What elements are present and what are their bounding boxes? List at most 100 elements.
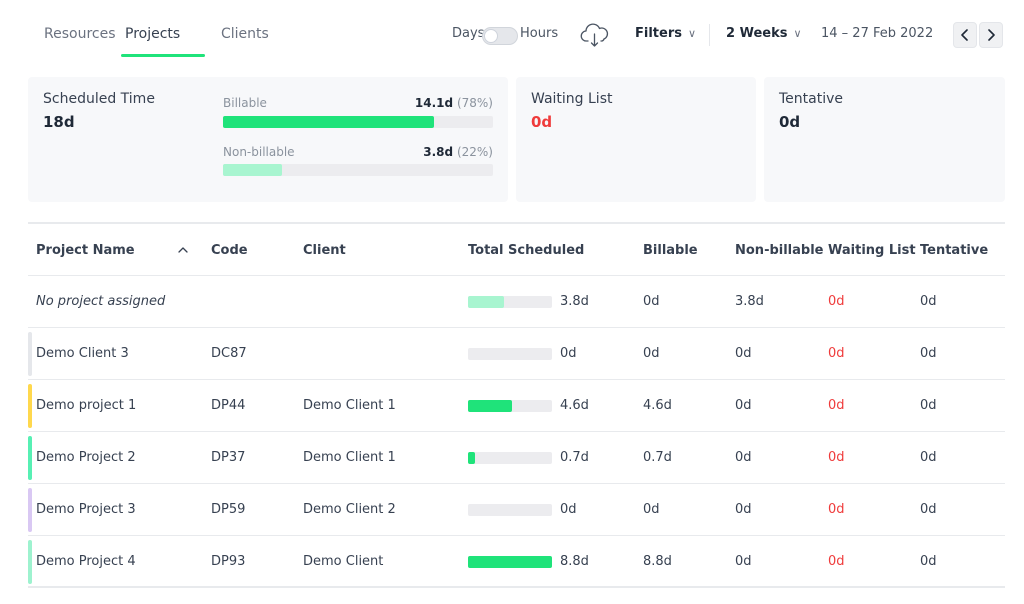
next-period-button[interactable]: [979, 22, 1003, 48]
waiting-list-card: Waiting List 0d: [516, 77, 756, 202]
toolbar-divider: [709, 24, 710, 46]
row-total-bar-fill: [468, 556, 552, 568]
row-client: Demo Client 1: [303, 450, 396, 465]
billable-percent: (78%): [457, 96, 493, 110]
row-project-name: Demo Client 3: [36, 346, 129, 361]
row-total-bar-fill: [468, 400, 512, 412]
row-billable: 0d: [643, 502, 660, 517]
chevron-right-icon: [986, 29, 996, 41]
row-total: 4.6d: [560, 398, 589, 413]
row-non-billable: 0d: [735, 346, 752, 361]
chevron-down-icon: ∨: [793, 27, 801, 40]
row-client: Demo Client: [303, 554, 383, 569]
header-client[interactable]: Client: [303, 243, 346, 258]
row-billable: 0d: [643, 294, 660, 309]
row-project-name: Demo project 1: [36, 398, 136, 413]
waiting-list-value: 0d: [531, 113, 552, 131]
row-tentative: 0d: [920, 554, 937, 569]
row-non-billable: 0d: [735, 502, 752, 517]
row-total: 0d: [560, 346, 577, 361]
period-dropdown[interactable]: 2 Weeks∨: [726, 26, 802, 41]
scheduled-time-card: Scheduled Time 18d Billable 14.1d (78%) …: [28, 77, 508, 202]
row-non-billable: 0d: [735, 398, 752, 413]
row-total-bar: [468, 348, 552, 360]
row-non-billable: 0d: [735, 450, 752, 465]
header-tentative[interactable]: Tentative: [920, 243, 988, 258]
header-project-name[interactable]: Project Name: [36, 243, 135, 258]
row-total-bar-fill: [468, 296, 504, 308]
tab-projects[interactable]: Projects: [125, 26, 180, 42]
row-total-bar: [468, 400, 552, 412]
row-total-bar-fill: [468, 452, 475, 464]
days-label: Days: [452, 26, 484, 41]
nonbillable-bar: [223, 164, 493, 176]
row-total: 3.8d: [560, 294, 589, 309]
row-billable: 8.8d: [643, 554, 672, 569]
row-total: 8.8d: [560, 554, 589, 569]
billable-label: Billable: [223, 96, 267, 110]
row-code: DP93: [211, 554, 245, 569]
table-row[interactable]: Demo Client 3 DC87 0d 0d 0d 0d 0d: [28, 328, 1005, 380]
table-row[interactable]: Demo project 1 DP44 Demo Client 1 4.6d 4…: [28, 380, 1005, 432]
project-color-marker: [28, 332, 32, 376]
table-row[interactable]: Demo Project 2 DP37 Demo Client 1 0.7d 0…: [28, 432, 1005, 484]
chevron-up-icon[interactable]: [177, 244, 189, 256]
table-row[interactable]: Demo Project 4 DP93 Demo Client 8.8d 8.8…: [28, 536, 1005, 588]
row-waiting: 0d: [828, 294, 845, 309]
row-tentative: 0d: [920, 346, 937, 361]
filters-label: Filters: [635, 26, 682, 41]
row-client: Demo Client 2: [303, 502, 396, 517]
nonbillable-label: Non-billable: [223, 145, 295, 159]
nonbillable-value: 3.8d: [423, 145, 453, 159]
top-bar: Resources Projects Clients Days Hours Fi…: [0, 0, 1024, 70]
project-color-marker: [28, 436, 32, 480]
days-hours-toggle[interactable]: [482, 27, 518, 45]
scheduled-time-value: 18d: [43, 113, 75, 131]
billable-bar-fill: [223, 116, 434, 128]
project-color-marker: [28, 540, 32, 584]
header-billable[interactable]: Billable: [643, 243, 698, 258]
billable-value: 14.1d: [415, 96, 453, 110]
row-total-bar: [468, 504, 552, 516]
header-waiting-list[interactable]: Waiting List: [828, 243, 916, 258]
table-row[interactable]: No project assigned 3.8d 0d 3.8d 0d 0d: [28, 276, 1005, 328]
nonbillable-bar-fill: [223, 164, 282, 176]
row-waiting: 0d: [828, 450, 845, 465]
prev-period-button[interactable]: [953, 22, 977, 48]
header-total-scheduled[interactable]: Total Scheduled: [468, 243, 584, 258]
waiting-list-title: Waiting List: [531, 91, 612, 107]
cloud-download-icon[interactable]: [580, 22, 610, 48]
project-color-marker: [28, 488, 32, 532]
row-project-name: Demo Project 4: [36, 554, 136, 569]
row-total: 0d: [560, 502, 577, 517]
row-total-bar: [468, 556, 552, 568]
row-tentative: 0d: [920, 502, 937, 517]
header-non-billable[interactable]: Non-billable: [735, 243, 824, 258]
row-total: 0.7d: [560, 450, 589, 465]
row-tentative: 0d: [920, 398, 937, 413]
row-billable: 0.7d: [643, 450, 672, 465]
row-waiting: 0d: [828, 502, 845, 517]
filters-button[interactable]: Filters ∨: [635, 26, 696, 41]
billable-amount: 14.1d (78%): [415, 96, 493, 110]
table-header: Project Name Code Client Total Scheduled…: [28, 224, 1005, 276]
chevron-down-icon: ∨: [688, 27, 696, 40]
tentative-card: Tentative 0d: [764, 77, 1005, 202]
table-row[interactable]: Demo Project 3 DP59 Demo Client 2 0d 0d …: [28, 484, 1005, 536]
row-tentative: 0d: [920, 450, 937, 465]
row-total-bar: [468, 296, 552, 308]
hours-label: Hours: [520, 26, 558, 41]
row-tentative: 0d: [920, 294, 937, 309]
scheduled-time-title: Scheduled Time: [43, 91, 155, 107]
row-code: DC87: [211, 346, 247, 361]
project-color-marker: [28, 384, 32, 428]
row-non-billable: 0d: [735, 554, 752, 569]
row-code: DP44: [211, 398, 245, 413]
row-code: DP59: [211, 502, 245, 517]
row-billable: 4.6d: [643, 398, 672, 413]
tab-resources[interactable]: Resources: [44, 26, 116, 42]
active-tab-indicator: [121, 54, 205, 57]
header-code[interactable]: Code: [211, 243, 248, 258]
table-divider: [28, 586, 1005, 588]
tab-clients[interactable]: Clients: [221, 26, 269, 42]
